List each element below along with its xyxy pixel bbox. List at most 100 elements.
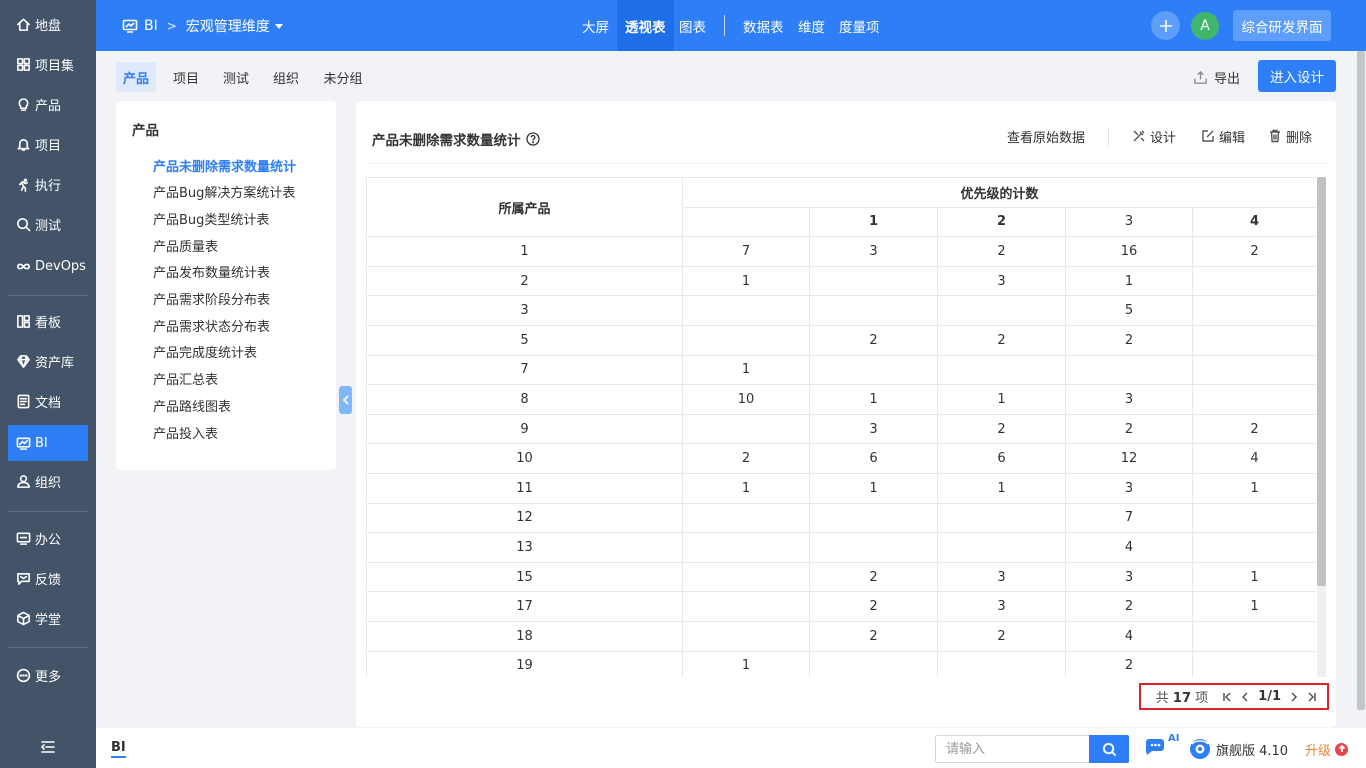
first-page-button[interactable] xyxy=(1218,687,1236,707)
sidebar-item-label: 资产库 xyxy=(35,355,75,371)
sidebar-item-label: 文档 xyxy=(35,395,62,411)
diamond-icon xyxy=(14,352,32,370)
count-cell xyxy=(809,295,938,326)
table-scrollbar-thumb[interactable] xyxy=(1317,177,1326,586)
add-button[interactable] xyxy=(1151,11,1180,40)
header-nav-screen[interactable]: 大屏 xyxy=(582,0,609,51)
chevron-right-icon: > xyxy=(166,18,177,33)
count-cell xyxy=(937,502,1066,534)
sidebar-item-office[interactable]: 办公 xyxy=(8,520,88,556)
sidebar-item-execution[interactable]: 执行 xyxy=(8,166,88,202)
count-cell xyxy=(809,354,938,386)
report-list-item[interactable]: 产品Bug类型统计表 xyxy=(153,207,269,229)
sidebar-item-label: 项目 xyxy=(35,138,62,154)
design-report-button[interactable]: 设计 xyxy=(1132,125,1176,147)
sidebar-item-bi[interactable]: BI xyxy=(8,425,88,461)
product-id-cell: 3 xyxy=(366,295,683,326)
header-nav-dimension[interactable]: 维度 xyxy=(798,0,825,51)
count-cell: 1 xyxy=(682,265,810,297)
count-cell: 3 xyxy=(809,413,938,445)
report-list-item[interactable]: 产品质量表 xyxy=(153,234,218,256)
count-cell: 4 xyxy=(1065,620,1193,652)
report-list-item[interactable]: 产品路线图表 xyxy=(153,394,231,416)
count-cell: 3 xyxy=(937,265,1066,297)
count-cell: 10 xyxy=(682,384,810,415)
count-cell: 1 xyxy=(937,384,1066,415)
next-page-button[interactable] xyxy=(1285,687,1303,707)
footer-breadcrumb[interactable]: BI xyxy=(111,740,126,758)
report-list-item[interactable]: 产品需求阶段分布表 xyxy=(153,288,270,310)
footer-bar: BI AI 旗舰版 4.10 升级 xyxy=(96,728,1366,768)
count-cell: 2 xyxy=(809,620,938,652)
sidebar-item-program[interactable]: 项目集 xyxy=(8,46,88,82)
menu-toggle-icon[interactable] xyxy=(38,737,58,757)
count-cell xyxy=(1191,324,1316,356)
count-cell: 1 xyxy=(682,650,810,677)
tab-project[interactable]: 项目 xyxy=(166,62,206,92)
page-scrollbar-thumb[interactable] xyxy=(1357,51,1365,710)
page-scrollbar[interactable] xyxy=(1356,51,1366,710)
sidebar-divider xyxy=(8,511,88,512)
header-divider xyxy=(724,15,725,36)
table-scrollbar[interactable] xyxy=(1317,177,1326,677)
header-nav-pivot[interactable]: 透视表 xyxy=(617,0,674,51)
tab-test[interactable]: 测试 xyxy=(216,62,256,92)
header-nav-metric[interactable]: 度量项 xyxy=(839,0,880,51)
tab-product[interactable]: 产品 xyxy=(116,62,156,92)
breadcrumb-dimension[interactable]: 宏观管理维度 xyxy=(186,16,270,36)
report-list-item[interactable]: 产品投入表 xyxy=(153,421,218,443)
more-icon xyxy=(14,666,32,684)
prev-page-button[interactable] xyxy=(1236,687,1254,707)
plus-icon xyxy=(1159,19,1172,32)
sidebar-item-kanban[interactable]: 看板 xyxy=(8,303,88,339)
chevron-left-icon xyxy=(1242,691,1248,702)
report-list-item[interactable]: 产品发布数量统计表 xyxy=(153,261,270,283)
view-raw-data-button[interactable]: 查看原始数据 xyxy=(1007,125,1085,147)
chevron-right-icon xyxy=(1291,691,1298,702)
sidebar-item-document[interactable]: 文档 xyxy=(8,383,88,419)
report-list-item[interactable]: 产品未删除需求数量统计 xyxy=(153,154,296,176)
upgrade-button[interactable]: 升级 xyxy=(1305,737,1349,761)
count-cell: 3 xyxy=(809,236,938,267)
count-cell xyxy=(1191,620,1316,652)
sidebar-item-dashboard[interactable]: 地盘 xyxy=(8,6,88,42)
report-list-item[interactable]: 产品需求状态分布表 xyxy=(153,314,270,336)
header-nav-chart[interactable]: 图表 xyxy=(679,0,706,51)
sidebar-item-academy[interactable]: 学堂 xyxy=(8,600,88,636)
enter-design-button[interactable]: 进入设计 xyxy=(1258,60,1336,92)
help-icon[interactable] xyxy=(525,132,540,146)
sidebar-item-project[interactable]: 项目 xyxy=(8,126,88,162)
count-cell: 1 xyxy=(1191,561,1316,593)
left-navigation: 地盘项目集产品项目执行测试 DevOps 看板资产库文档 BI 组织办公反馈学堂更多 xyxy=(0,0,96,768)
collapse-panel-button[interactable] xyxy=(339,386,352,414)
sidebar-item-test[interactable]: 测试 xyxy=(8,206,88,242)
header-nav-datatable[interactable]: 数据表 xyxy=(743,0,784,51)
interface-switch-button[interactable]: 综合研发界面 xyxy=(1233,10,1331,41)
table-body: 1 7 3 2 16 2 2 1 3 1 3 5 5 2 2 2 7 1 8 10 1 1 3 9 3 2 2 2 10 2 6 6 12 4 11… xyxy=(366,236,1316,677)
search-button[interactable] xyxy=(1089,735,1129,763)
export-button[interactable]: 导出 xyxy=(1193,62,1240,92)
sidebar-item-more[interactable]: 更多 xyxy=(8,657,88,693)
sidebar-item-devops[interactable]: DevOps xyxy=(8,248,88,284)
report-list-item[interactable]: 产品汇总表 xyxy=(153,368,218,390)
sidebar-item-product[interactable]: 产品 xyxy=(8,86,88,122)
tab-ungrouped[interactable]: 未分组 xyxy=(316,62,370,92)
sidebar-item-asset-library[interactable]: 资产库 xyxy=(8,343,88,379)
breadcrumb-app[interactable]: BI xyxy=(144,18,158,34)
report-list-item[interactable]: 产品Bug解决方案统计表 xyxy=(153,181,295,203)
sidebar-item-organization[interactable]: 组织 xyxy=(8,463,88,499)
product-id-cell: 1 xyxy=(366,236,683,267)
last-page-button[interactable] xyxy=(1303,687,1321,707)
ai-chat-button[interactable]: AI xyxy=(1143,733,1183,763)
delete-report-button[interactable]: 删除 xyxy=(1268,125,1312,147)
count-cell xyxy=(1191,532,1316,563)
sidebar-item-feedback[interactable]: 反馈 xyxy=(8,560,88,596)
avatar[interactable]: A xyxy=(1191,12,1219,40)
count-cell xyxy=(809,502,938,534)
report-list-item[interactable]: 产品完成度统计表 xyxy=(153,341,257,363)
tab-organization[interactable]: 组织 xyxy=(266,62,306,92)
search-input[interactable] xyxy=(935,735,1090,763)
edit-report-button[interactable]: 编辑 xyxy=(1201,125,1245,147)
caret-down-icon[interactable] xyxy=(274,24,283,29)
product-id-cell: 10 xyxy=(366,443,683,474)
